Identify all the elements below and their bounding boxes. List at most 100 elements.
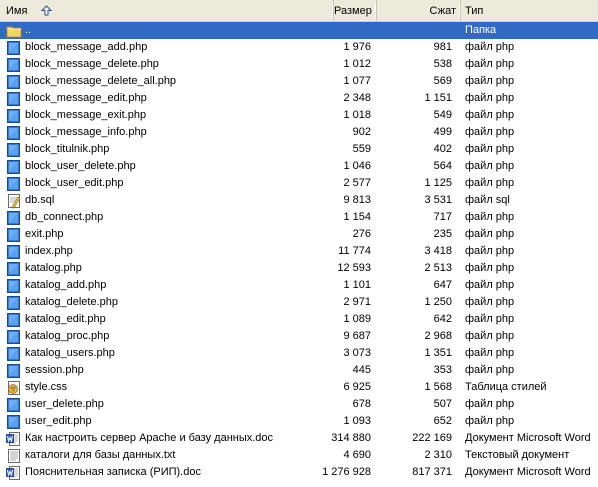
column-header-type-label: Тип bbox=[465, 4, 484, 17]
file-compressed-size: 652 bbox=[433, 415, 452, 427]
file-compressed-size: 1 351 bbox=[424, 347, 452, 359]
file-type: файл php bbox=[465, 279, 515, 291]
file-name: exit.php bbox=[25, 228, 64, 240]
file-compressed-size: 981 bbox=[433, 41, 452, 53]
file-type: файл php bbox=[465, 296, 515, 308]
file-type: файл php bbox=[465, 126, 515, 138]
file-type: Документ Microsoft Word bbox=[465, 432, 591, 444]
file-row[interactable]: block_message_delete_all.php 1 077 569 файл… bbox=[0, 73, 598, 90]
file-row[interactable]: db.sql 9 813 3 531 файл sql bbox=[0, 192, 598, 209]
file-row[interactable]: block_message_delete.php 1 012 538 файл php bbox=[0, 56, 598, 73]
file-type: файл php bbox=[465, 415, 515, 427]
file-name-cell: user_edit.php bbox=[6, 413, 92, 430]
file-row[interactable]: block_user_delete.php 1 046 564 файл php bbox=[0, 158, 598, 175]
file-type: файл php bbox=[465, 347, 515, 359]
file-name: user_delete.php bbox=[25, 398, 104, 410]
file-row[interactable]: block_titulnik.php 559 402 файл php bbox=[0, 141, 598, 158]
file-compressed-size: 817 371 bbox=[412, 466, 452, 478]
file-name-cell: index.php bbox=[6, 243, 73, 260]
file-compressed-size: 1 250 bbox=[424, 296, 452, 308]
file-compressed-size: 2 513 bbox=[424, 262, 452, 274]
file-compressed-size: 235 bbox=[433, 228, 452, 240]
php-file-icon bbox=[6, 278, 22, 294]
file-type: файл php bbox=[465, 364, 515, 376]
column-header-compressed[interactable]: Сжат bbox=[377, 0, 461, 21]
file-row[interactable]: block_user_edit.php 2 577 1 125 файл php bbox=[0, 175, 598, 192]
file-name: db.sql bbox=[25, 194, 55, 206]
php-file-icon bbox=[6, 329, 22, 345]
file-row[interactable]: user_edit.php 1 093 652 файл php bbox=[0, 413, 598, 430]
file-row[interactable]: block_message_add.php 1 976 981 файл php bbox=[0, 39, 598, 56]
file-name-cell: block_message_info.php bbox=[6, 124, 147, 141]
sql-file-icon bbox=[6, 193, 22, 209]
file-size: 1 101 bbox=[343, 279, 371, 291]
file-size: 1 093 bbox=[343, 415, 371, 427]
column-header-size[interactable]: Размер bbox=[334, 0, 377, 21]
file-size: 1 276 928 bbox=[322, 466, 371, 478]
column-header-name-label: Имя bbox=[6, 4, 28, 17]
file-compressed-size: 1 568 bbox=[424, 381, 452, 393]
file-row[interactable]: user_delete.php 678 507 файл php bbox=[0, 396, 598, 413]
file-size: 2 348 bbox=[343, 92, 371, 104]
file-row[interactable]: каталоги для базы данных.txt 4 690 2 310 Те… bbox=[0, 447, 598, 464]
file-row[interactable]: katalog_edit.php 1 089 642 файл php bbox=[0, 311, 598, 328]
file-name-cell: katalog.php bbox=[6, 260, 82, 277]
file-compressed-size: 564 bbox=[433, 160, 452, 172]
file-name: block_message_edit.php bbox=[25, 92, 147, 104]
column-header-name[interactable]: Имя bbox=[0, 0, 334, 21]
file-name: katalog_add.php bbox=[25, 279, 107, 291]
file-compressed-size: 647 bbox=[433, 279, 452, 291]
column-header-size-label: Размер bbox=[334, 4, 372, 17]
file-name-cell: .. bbox=[6, 22, 31, 39]
file-type: файл php bbox=[465, 245, 515, 257]
file-size: 678 bbox=[352, 398, 371, 410]
file-size: 4 690 bbox=[343, 449, 371, 461]
file-row[interactable]: block_message_exit.php 1 018 549 файл php bbox=[0, 107, 598, 124]
file-size: 1 046 bbox=[343, 160, 371, 172]
file-size: 3 073 bbox=[343, 347, 371, 359]
file-row[interactable]: session.php 445 353 файл php bbox=[0, 362, 598, 379]
file-row[interactable]: Как настроить сервер Apache и базу данны… bbox=[0, 430, 598, 447]
php-file-icon bbox=[6, 125, 22, 141]
file-row-parent-folder[interactable]: .. Папка bbox=[0, 22, 598, 39]
file-size: 9 813 bbox=[343, 194, 371, 206]
file-row[interactable]: index.php 11 774 3 418 файл php bbox=[0, 243, 598, 260]
file-name-cell: block_message_delete_all.php bbox=[6, 73, 176, 90]
file-row[interactable]: katalog_users.php 3 073 1 351 файл php bbox=[0, 345, 598, 362]
file-row[interactable]: block_message_info.php 902 499 файл php bbox=[0, 124, 598, 141]
file-size: 445 bbox=[352, 364, 371, 376]
file-name: db_connect.php bbox=[25, 211, 104, 223]
file-row[interactable]: style.css 6 925 1 568 Таблица стилей bbox=[0, 379, 598, 396]
php-file-icon bbox=[6, 414, 22, 430]
file-row[interactable]: katalog.php 12 593 2 513 файл php bbox=[0, 260, 598, 277]
css-file-icon bbox=[6, 380, 22, 396]
php-file-icon bbox=[6, 176, 22, 192]
file-name: каталоги для базы данных.txt bbox=[25, 449, 176, 461]
file-compressed-size: 569 bbox=[433, 75, 452, 87]
php-file-icon bbox=[6, 57, 22, 73]
file-size: 314 880 bbox=[331, 432, 371, 444]
file-row[interactable]: db_connect.php 1 154 717 файл php bbox=[0, 209, 598, 226]
file-name-cell: block_message_edit.php bbox=[6, 90, 147, 107]
file-name-cell: katalog_proc.php bbox=[6, 328, 109, 345]
file-row[interactable]: katalog_add.php 1 101 647 файл php bbox=[0, 277, 598, 294]
file-type: файл php bbox=[465, 143, 515, 155]
php-file-icon bbox=[6, 159, 22, 175]
file-row[interactable]: katalog_delete.php 2 971 1 250 файл php bbox=[0, 294, 598, 311]
file-row[interactable]: block_message_edit.php 2 348 1 151 файл php bbox=[0, 90, 598, 107]
file-row[interactable]: Пояснительная записка (РИП).doc 1 276 928… bbox=[0, 464, 598, 481]
php-file-icon bbox=[6, 363, 22, 379]
file-row[interactable]: katalog_proc.php 9 687 2 968 файл php bbox=[0, 328, 598, 345]
column-header-type[interactable]: Тип bbox=[461, 0, 598, 21]
file-name: user_edit.php bbox=[25, 415, 92, 427]
file-name: block_titulnik.php bbox=[25, 143, 110, 155]
file-name-cell: каталоги для базы данных.txt bbox=[6, 447, 176, 464]
file-compressed-size: 538 bbox=[433, 58, 452, 70]
file-compressed-size: 3 418 bbox=[424, 245, 452, 257]
file-compressed-size: 2 310 bbox=[424, 449, 452, 461]
file-type: файл php bbox=[465, 160, 515, 172]
file-type: Документ Microsoft Word bbox=[465, 466, 591, 478]
file-size: 2 577 bbox=[343, 177, 371, 189]
file-row[interactable]: exit.php 276 235 файл php bbox=[0, 226, 598, 243]
file-type: файл php bbox=[465, 330, 515, 342]
